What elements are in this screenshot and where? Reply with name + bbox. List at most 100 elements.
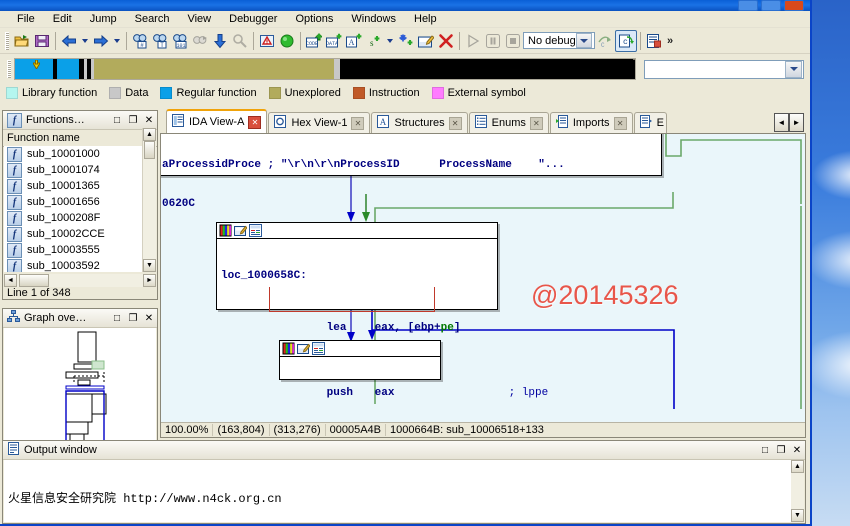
close-icon[interactable]: ✕ — [143, 312, 155, 324]
debugger-select[interactable]: No debug — [523, 32, 595, 49]
chevron-down-icon[interactable] — [576, 33, 592, 48]
back-arrow-icon[interactable] — [59, 31, 79, 51]
save-icon[interactable] — [32, 31, 52, 51]
palette-icon[interactable] — [282, 342, 295, 355]
warning-icon[interactable] — [257, 31, 277, 51]
scroll-thumb[interactable] — [144, 141, 155, 159]
list-item[interactable]: fsub_1000208F — [4, 210, 143, 226]
edit-node-icon[interactable] — [297, 342, 310, 355]
close-icon[interactable]: ✕ — [449, 117, 462, 130]
search-text-icon[interactable]: T — [150, 31, 170, 51]
edit-node-icon[interactable] — [234, 224, 247, 237]
palette-icon[interactable] — [219, 224, 232, 237]
rename-icon[interactable] — [416, 31, 436, 51]
scroll-up-icon[interactable]: ▲ — [143, 128, 156, 141]
close-icon[interactable]: ✕ — [351, 117, 364, 130]
tab-structures[interactable]: A Structures ✕ — [371, 112, 467, 133]
step-into-icon[interactable]: C — [595, 31, 615, 51]
tab-exports[interactable]: E — [634, 112, 667, 133]
menu-item-jump[interactable]: Jump — [81, 12, 126, 26]
binoculars-icon[interactable] — [190, 31, 210, 51]
functions-vertical-scrollbar[interactable]: ▲ ▼ — [142, 128, 156, 272]
restore-icon[interactable]: □ — [759, 444, 771, 456]
node-properties-icon[interactable] — [249, 224, 262, 237]
node-toolbar[interactable] — [280, 341, 440, 357]
graph-node-bottom[interactable] — [279, 340, 441, 380]
navband-search-box[interactable] — [644, 60, 804, 79]
chevron-down-icon[interactable] — [785, 61, 802, 78]
maximize-icon[interactable]: ❐ — [127, 312, 139, 324]
maximize-button[interactable] — [761, 0, 781, 11]
search-address-icon[interactable]: # — [130, 31, 150, 51]
disabled-search-icon[interactable] — [230, 31, 250, 51]
open-file-icon[interactable] — [12, 31, 32, 51]
close-button[interactable] — [784, 0, 804, 11]
graph-view[interactable]: aProcessidProce ; "\r\n\r\nProcessID Pro… — [160, 133, 806, 438]
tab-scroll-next-icon[interactable]: ► — [789, 113, 804, 132]
tab-ida-view-a[interactable]: IDA View-A ✕ — [166, 109, 267, 133]
string-dropdown-icon[interactable] — [384, 31, 396, 51]
green-circle-icon[interactable] — [277, 31, 297, 51]
close-icon[interactable]: ✕ — [143, 114, 155, 126]
scroll-left-icon[interactable]: ◄ — [4, 274, 17, 287]
make-array-icon[interactable]: A — [344, 31, 364, 51]
scroll-thumb[interactable] — [19, 274, 49, 287]
blue-down-arrow-icon[interactable] — [210, 31, 230, 51]
list-item[interactable]: fsub_10001074 — [4, 162, 143, 178]
scroll-down-icon[interactable]: ▼ — [143, 259, 156, 272]
menu-item-options[interactable]: Options — [286, 12, 342, 26]
list-item[interactable]: fsub_10001000 — [4, 146, 143, 162]
toolbar-overflow-button[interactable]: » — [664, 31, 676, 51]
navband-segment-unexplored[interactable] — [94, 59, 334, 79]
options-icon[interactable] — [644, 31, 664, 51]
graph-overview-titlebar[interactable]: Graph ove… □ ❐ ✕ — [3, 309, 157, 328]
navband-grip[interactable] — [7, 60, 11, 78]
menu-item-edit[interactable]: Edit — [44, 12, 81, 26]
minimize-button[interactable] — [738, 0, 758, 11]
undefine-icon[interactable] — [396, 31, 416, 51]
maximize-icon[interactable]: ❐ — [775, 444, 787, 456]
delete-icon[interactable] — [436, 31, 456, 51]
forward-arrow-icon[interactable] — [91, 31, 111, 51]
search-binary-icon[interactable]: 101 — [170, 31, 190, 51]
graph-node-top[interactable]: aProcessidProce ; "\r\n\r\nProcessID Pro… — [161, 134, 662, 176]
functions-column-header[interactable]: Function name — [3, 130, 157, 147]
functions-horizontal-scrollbar[interactable]: ◄ ► — [4, 274, 156, 287]
tab-hex-view-1[interactable]: Hex View-1 ✕ — [268, 112, 370, 133]
output-log[interactable]: 火星信息安全研究院 http://www.n4ck.org.cn Please … — [4, 460, 791, 522]
list-item[interactable]: fsub_10001365 — [4, 178, 143, 194]
graph-overview-canvas[interactable] — [4, 328, 156, 444]
maximize-icon[interactable]: ❐ — [127, 114, 139, 126]
menu-item-search[interactable]: Search — [126, 12, 179, 26]
make-string-icon[interactable]: s — [364, 31, 384, 51]
output-window-titlebar[interactable]: Output window □ ❐ ✕ — [3, 441, 805, 460]
close-icon[interactable]: ✕ — [248, 116, 261, 129]
navband-segment-gap[interactable] — [340, 59, 633, 79]
close-icon[interactable]: ✕ — [614, 117, 627, 130]
graph-canvas[interactable]: aProcessidProce ; "\r\n\r\nProcessID Pro… — [161, 134, 805, 437]
node-toolbar[interactable] — [217, 223, 497, 239]
forward-dropdown-icon[interactable] — [111, 31, 123, 51]
menu-item-file[interactable]: File — [8, 12, 44, 26]
list-item[interactable]: fsub_10003555 — [4, 242, 143, 258]
menu-item-windows[interactable]: Windows — [342, 12, 405, 26]
navband-segment-regular-function[interactable] — [57, 59, 79, 79]
functions-list[interactable]: fsub_10001000 fsub_10001074 fsub_1000136… — [4, 146, 143, 272]
menu-item-debugger[interactable]: Debugger — [220, 12, 286, 26]
scroll-right-icon[interactable]: ► — [143, 274, 156, 287]
tab-imports[interactable]: Imports ✕ — [550, 112, 633, 133]
run-icon[interactable] — [463, 31, 483, 51]
stop-icon[interactable] — [503, 31, 523, 51]
close-icon[interactable]: ✕ — [530, 117, 543, 130]
scroll-up-icon[interactable]: ▲ — [791, 460, 804, 473]
menu-item-view[interactable]: View — [178, 12, 220, 26]
tab-enums[interactable]: Enums ✕ — [469, 112, 549, 133]
restore-icon[interactable]: □ — [111, 312, 123, 324]
list-item[interactable]: fsub_10001656 — [4, 194, 143, 210]
scroll-down-icon[interactable]: ▼ — [791, 509, 804, 522]
functions-panel-titlebar[interactable]: f Functions… □ ❐ ✕ — [3, 111, 157, 130]
make-code-icon[interactable]: CODE — [304, 31, 324, 51]
tab-scroll-prev-icon[interactable]: ◄ — [774, 113, 789, 132]
output-vertical-scrollbar[interactable]: ▲ ▼ — [791, 460, 804, 522]
node-properties-icon[interactable] — [312, 342, 325, 355]
